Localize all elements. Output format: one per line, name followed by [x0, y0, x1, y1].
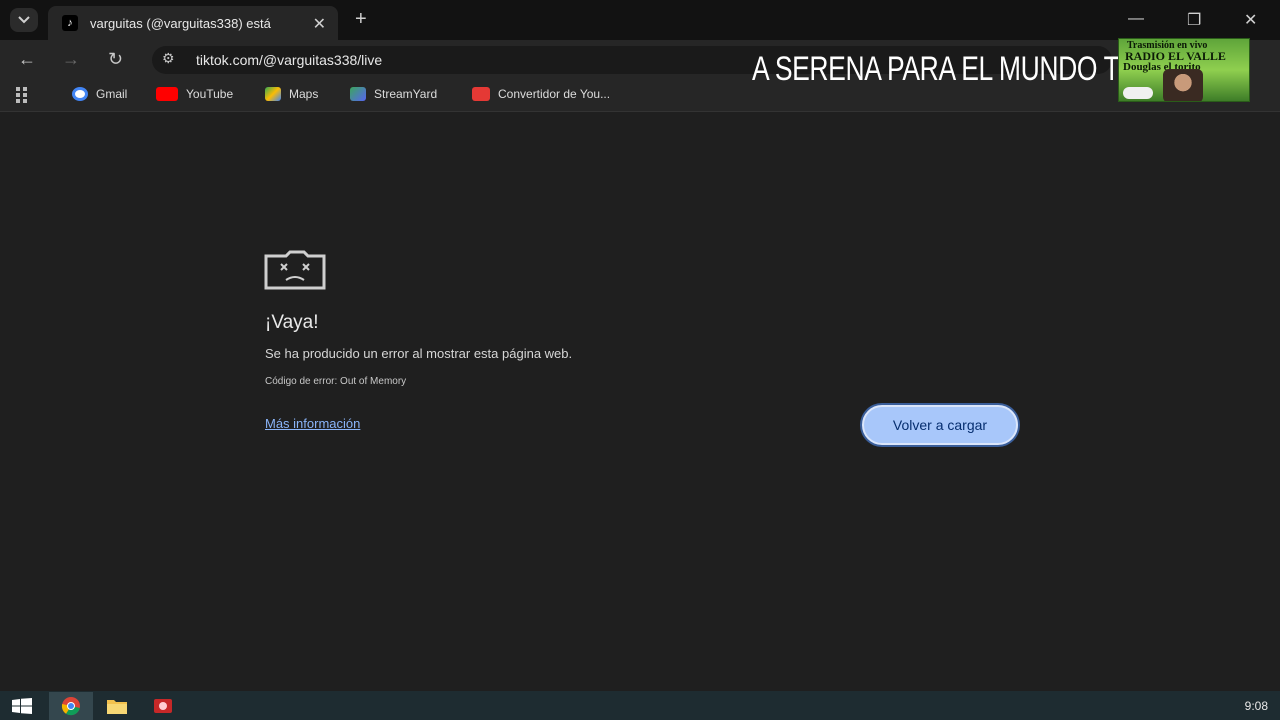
reload-page-button[interactable]: Volver a cargar [862, 405, 1018, 445]
google-icon [72, 87, 88, 101]
maps-icon [265, 87, 281, 101]
bookmark-label: Gmail [96, 87, 128, 101]
tab-title: varguitas (@varguitas338) está [90, 15, 271, 31]
new-tab-button[interactable]: + [355, 8, 367, 31]
taskbar-app[interactable] [141, 692, 185, 720]
taskbar-file-explorer[interactable] [95, 692, 139, 720]
bookmark-gmail[interactable]: Gmail [72, 87, 127, 101]
bookmark-youtube[interactable]: YouTube [156, 87, 233, 101]
overlay-photo [1163, 69, 1203, 101]
reload-button[interactable]: ↻ [108, 49, 123, 70]
chrome-icon [61, 697, 80, 716]
sad-tab-icon [264, 250, 326, 290]
tab-search-button[interactable] [10, 8, 38, 32]
restore-button[interactable]: ❐ [1187, 10, 1201, 30]
apps-grid-icon[interactable] [16, 87, 34, 108]
youtube-icon [156, 87, 178, 101]
radio-logo-overlay: Trasmisión en vivo RADIO EL VALLE Dougla… [1118, 38, 1250, 102]
bookmark-label: Maps [289, 87, 319, 101]
page-content [0, 113, 1280, 691]
close-tab-icon[interactable]: ✕ [313, 14, 326, 34]
bookmark-label: YouTube [186, 87, 234, 101]
bookmark-label: StreamYard [374, 87, 438, 101]
back-button[interactable]: ← [18, 49, 36, 70]
site-info-icon[interactable]: ⚙ [162, 50, 175, 67]
taskbar-clock[interactable]: 9:08 [1245, 699, 1268, 713]
chevron-down-icon [18, 16, 30, 24]
browser-tab[interactable]: ♪ varguitas (@varguitas338) está ✕ [48, 6, 338, 40]
taskbar [0, 691, 1280, 720]
error-title: ¡Vaya! [265, 312, 319, 333]
windows-start-icon[interactable] [12, 698, 32, 714]
overlay-small-logo [1123, 87, 1153, 99]
bookmark-maps[interactable]: Maps [265, 87, 318, 101]
url-text[interactable]: tiktok.com/@varguitas338/live [196, 52, 382, 68]
overlay-banner-text: A SERENA PARA EL MUNDO T [752, 50, 1120, 88]
app-icon [154, 699, 172, 713]
forward-button[interactable]: → [62, 49, 80, 70]
taskbar-chrome[interactable] [49, 692, 93, 720]
download-icon [472, 87, 490, 101]
bookmark-convertidor[interactable]: Convertidor de You... [472, 87, 610, 101]
minimize-button[interactable]: — [1128, 10, 1144, 28]
streamyard-icon [350, 87, 366, 101]
file-explorer-icon [107, 700, 127, 714]
close-window-button[interactable]: ✕ [1244, 10, 1257, 30]
bookmark-streamyard[interactable]: StreamYard [350, 87, 437, 101]
error-message: Se ha producido un error al mostrar esta… [265, 346, 573, 361]
more-info-link[interactable]: Más información [265, 416, 360, 431]
error-code: Código de error: Out of Memory [265, 376, 407, 387]
tiktok-icon: ♪ [62, 15, 78, 31]
bookmark-label: Convertidor de You... [498, 87, 611, 101]
